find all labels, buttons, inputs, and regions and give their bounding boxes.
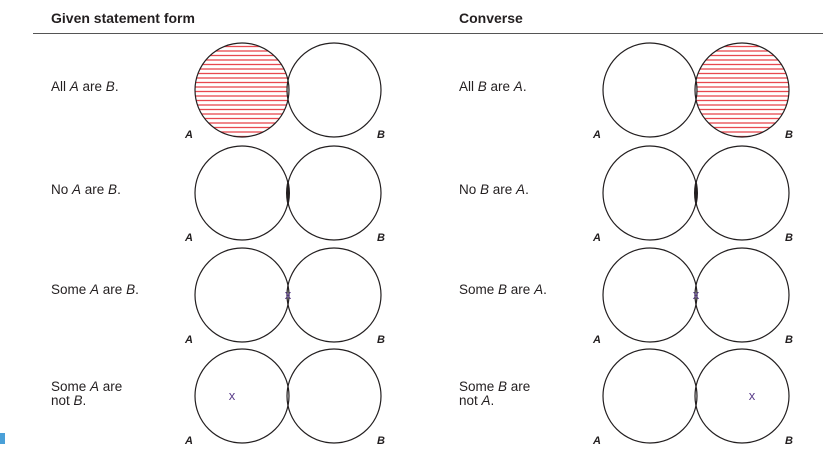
circle-b bbox=[286, 145, 382, 241]
circle-a bbox=[602, 348, 698, 444]
circle-a bbox=[602, 42, 698, 138]
text-cursor-marker bbox=[0, 433, 5, 444]
venn-diagram-converse-4: x A B bbox=[592, 348, 793, 447]
label-b: B bbox=[785, 435, 793, 447]
label-a: A bbox=[592, 232, 601, 244]
venn-diagram-given-2: AB bbox=[184, 145, 385, 244]
label-a: A bbox=[592, 129, 601, 141]
label-b: B bbox=[377, 435, 385, 447]
header-given-statement-form: Given statement form bbox=[51, 10, 195, 26]
x-mark: x bbox=[749, 388, 756, 403]
label-a: A bbox=[184, 334, 193, 346]
circle-b bbox=[286, 348, 382, 444]
label-b: B bbox=[785, 129, 793, 141]
circle-b bbox=[694, 247, 790, 343]
header-converse: Converse bbox=[459, 10, 523, 26]
label-a: A bbox=[184, 435, 193, 447]
circle-b bbox=[286, 42, 382, 138]
statement-converse-4: Some B are not A. bbox=[459, 379, 531, 408]
venn-diagram-given-1: AB bbox=[184, 42, 385, 141]
venn-diagram-given-3: x A B bbox=[184, 247, 385, 346]
label-b: B bbox=[785, 334, 793, 346]
label-b: B bbox=[377, 232, 385, 244]
statement-converse-3: Some B are A. bbox=[459, 282, 547, 297]
venn-diagram-given-4: x A B bbox=[184, 348, 385, 447]
x-mark: x bbox=[229, 388, 236, 403]
venn-diagram-converse-2: AB bbox=[592, 145, 793, 244]
circle-b bbox=[694, 145, 790, 241]
statement-given-2: No A are B. bbox=[51, 182, 121, 197]
label-a: A bbox=[592, 435, 601, 447]
venn-diagram-converse-1: AB bbox=[592, 42, 793, 141]
statement-given-1: All A are B. bbox=[51, 79, 119, 94]
header-divider bbox=[33, 33, 823, 34]
label-b: B bbox=[785, 232, 793, 244]
statement-converse-2: No B are A. bbox=[459, 182, 529, 197]
label-b: B bbox=[377, 334, 385, 346]
label-a: A bbox=[184, 129, 193, 141]
circle-a bbox=[602, 247, 698, 343]
label-b: B bbox=[377, 129, 385, 141]
x-mark: x bbox=[285, 287, 292, 302]
circle-b bbox=[694, 348, 790, 444]
circle-a bbox=[194, 348, 290, 444]
circle-a bbox=[194, 145, 290, 241]
x-mark: x bbox=[693, 287, 700, 302]
statement-given-3: Some A are B. bbox=[51, 282, 139, 297]
label-a: A bbox=[592, 334, 601, 346]
statement-given-4: Some A are not B. bbox=[51, 379, 123, 408]
circle-a bbox=[602, 145, 698, 241]
venn-diagram-converse-3: x A B bbox=[592, 247, 793, 346]
statement-converse-1: All B are A. bbox=[459, 79, 527, 94]
label-a: A bbox=[184, 232, 193, 244]
circle-b bbox=[286, 247, 382, 343]
circle-a bbox=[194, 247, 290, 343]
